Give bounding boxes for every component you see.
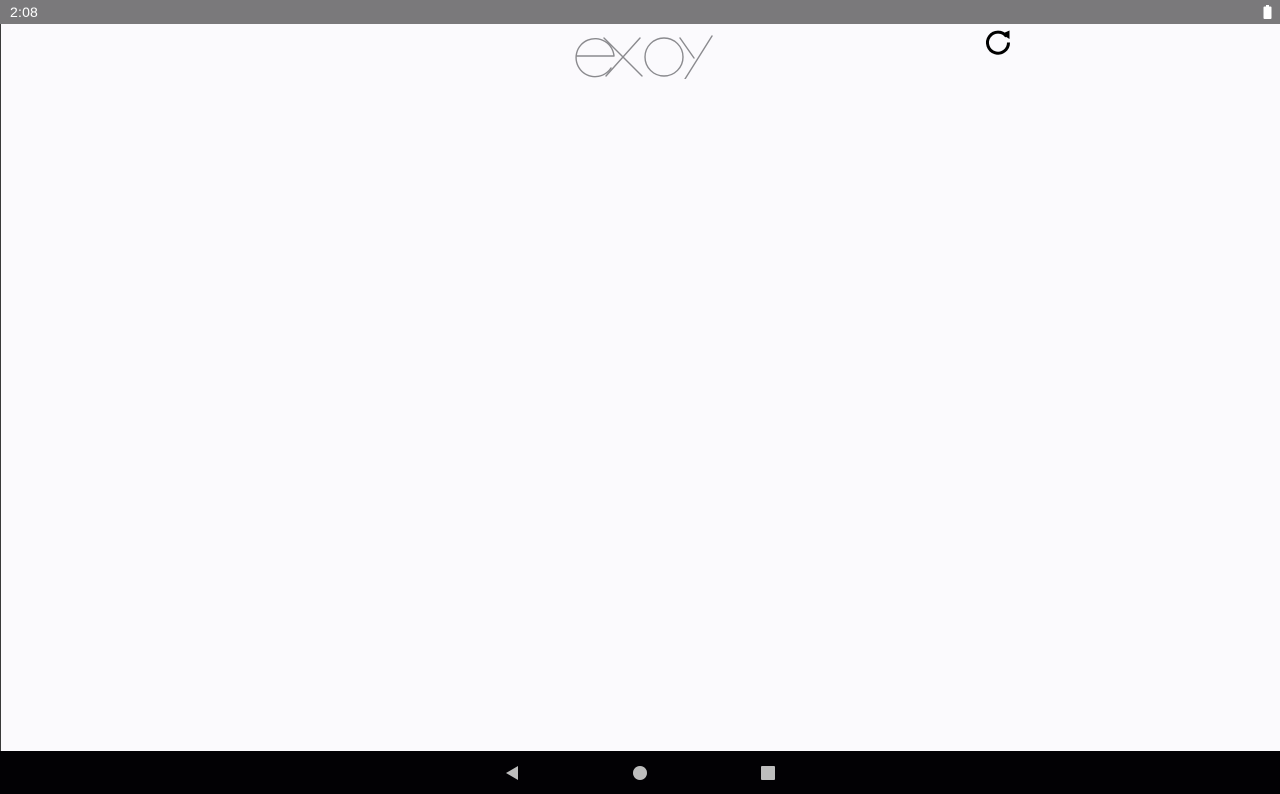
back-triangle-icon (506, 765, 518, 780)
status-time: 2:08 (10, 4, 39, 20)
app-content: exoy (1, 24, 1280, 751)
refresh-button[interactable] (980, 24, 1016, 60)
home-circle-icon (633, 765, 647, 780)
home-button[interactable] (616, 751, 664, 794)
device-screen: 2:08 exoy (0, 0, 1280, 794)
recents-button[interactable] (744, 751, 792, 794)
battery-full-icon (1263, 5, 1272, 19)
back-button[interactable] (488, 751, 536, 794)
navigation-bar (0, 751, 1280, 794)
refresh-icon (986, 30, 1011, 55)
exoy-logo: exoy (575, 35, 713, 79)
recents-square-icon (761, 765, 775, 780)
status-bar: 2:08 (0, 0, 1280, 24)
